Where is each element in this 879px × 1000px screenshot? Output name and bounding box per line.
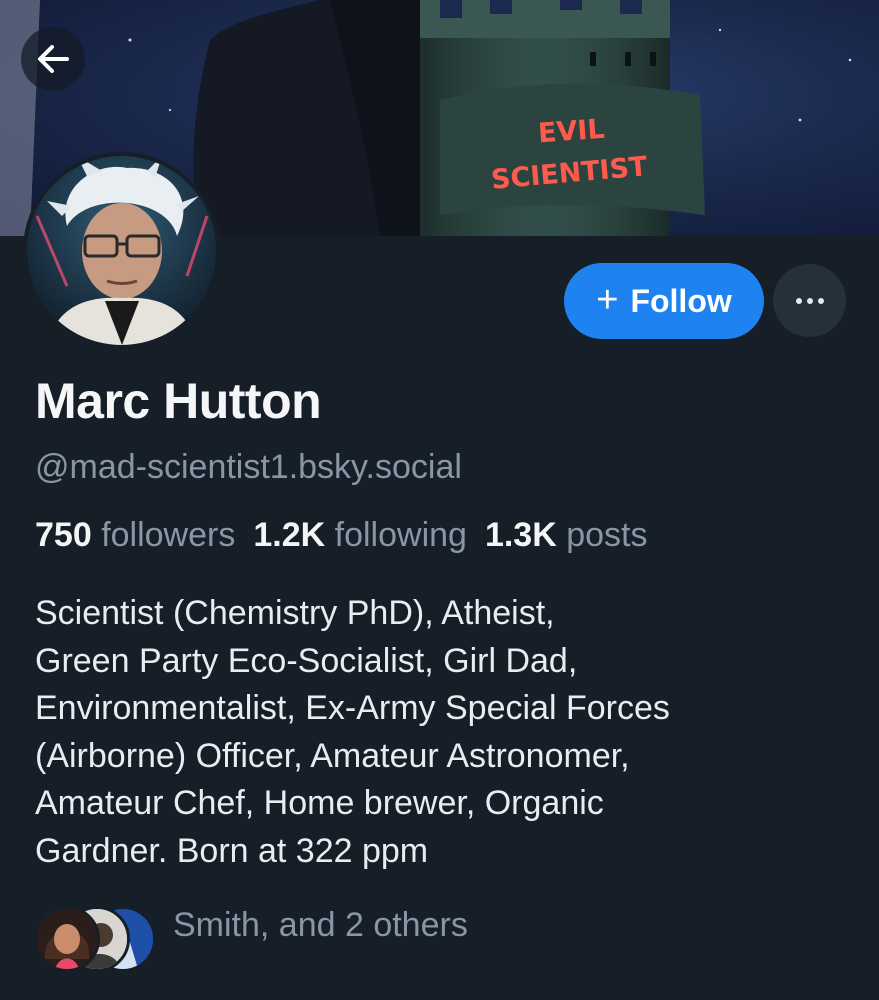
- back-button[interactable]: [21, 27, 85, 91]
- more-options-button[interactable]: [773, 264, 846, 337]
- bio-line: Green Party Eco-Socialist, Girl Dad,: [35, 641, 578, 680]
- bio-line: Environmentalist, Ex-Army Special Forces: [35, 689, 670, 727]
- following-count: 1.2K: [253, 516, 326, 554]
- posts-stat: 1.3K posts: [485, 516, 648, 555]
- profile-handle: @mad-scientist1.bsky.social: [35, 448, 462, 486]
- followers-link[interactable]: 750 followers: [35, 516, 235, 555]
- posts-label: posts: [566, 516, 648, 554]
- following-label: following: [334, 516, 467, 554]
- svg-text:EVIL: EVIL: [537, 114, 606, 150]
- following-link[interactable]: 1.2K following: [253, 516, 467, 555]
- followers-count: 750: [35, 516, 92, 554]
- avatar-image: [27, 156, 216, 345]
- followers-label: followers: [101, 516, 236, 554]
- profile-stats: 750 followers 1.2K following 1.3K posts: [35, 516, 666, 555]
- profile-avatar[interactable]: [23, 152, 220, 349]
- plus-icon: +: [596, 278, 619, 321]
- follow-label: Follow: [630, 282, 732, 319]
- display-name: Marc Hutton: [35, 373, 322, 429]
- posts-count: 1.3K: [484, 516, 557, 554]
- follow-button[interactable]: + Follow: [564, 263, 764, 339]
- known-followers-avatars[interactable]: [34, 906, 156, 974]
- arrow-left-icon: [38, 45, 69, 73]
- ellipsis-icon: [795, 297, 802, 304]
- bio-line: (Airborne) Officer, Amateur Astronomer,: [35, 736, 630, 775]
- follower-avatar: [34, 906, 100, 972]
- profile-bio: Scientist (Chemistry PhD), Atheist, Gree…: [35, 590, 835, 875]
- bio-line: Amateur Chef, Home brewer, Organic: [35, 784, 604, 822]
- bio-line: Gardner. Born at 322 ppm: [35, 831, 429, 870]
- profile-screen: EVIL SCIENTIST + Follow Marc Hutton @mad…: [0, 0, 879, 1000]
- known-followers-text[interactable]: Smith, and 2 others: [173, 906, 468, 945]
- bio-line: Scientist (Chemistry PhD), Atheist,: [35, 594, 555, 632]
